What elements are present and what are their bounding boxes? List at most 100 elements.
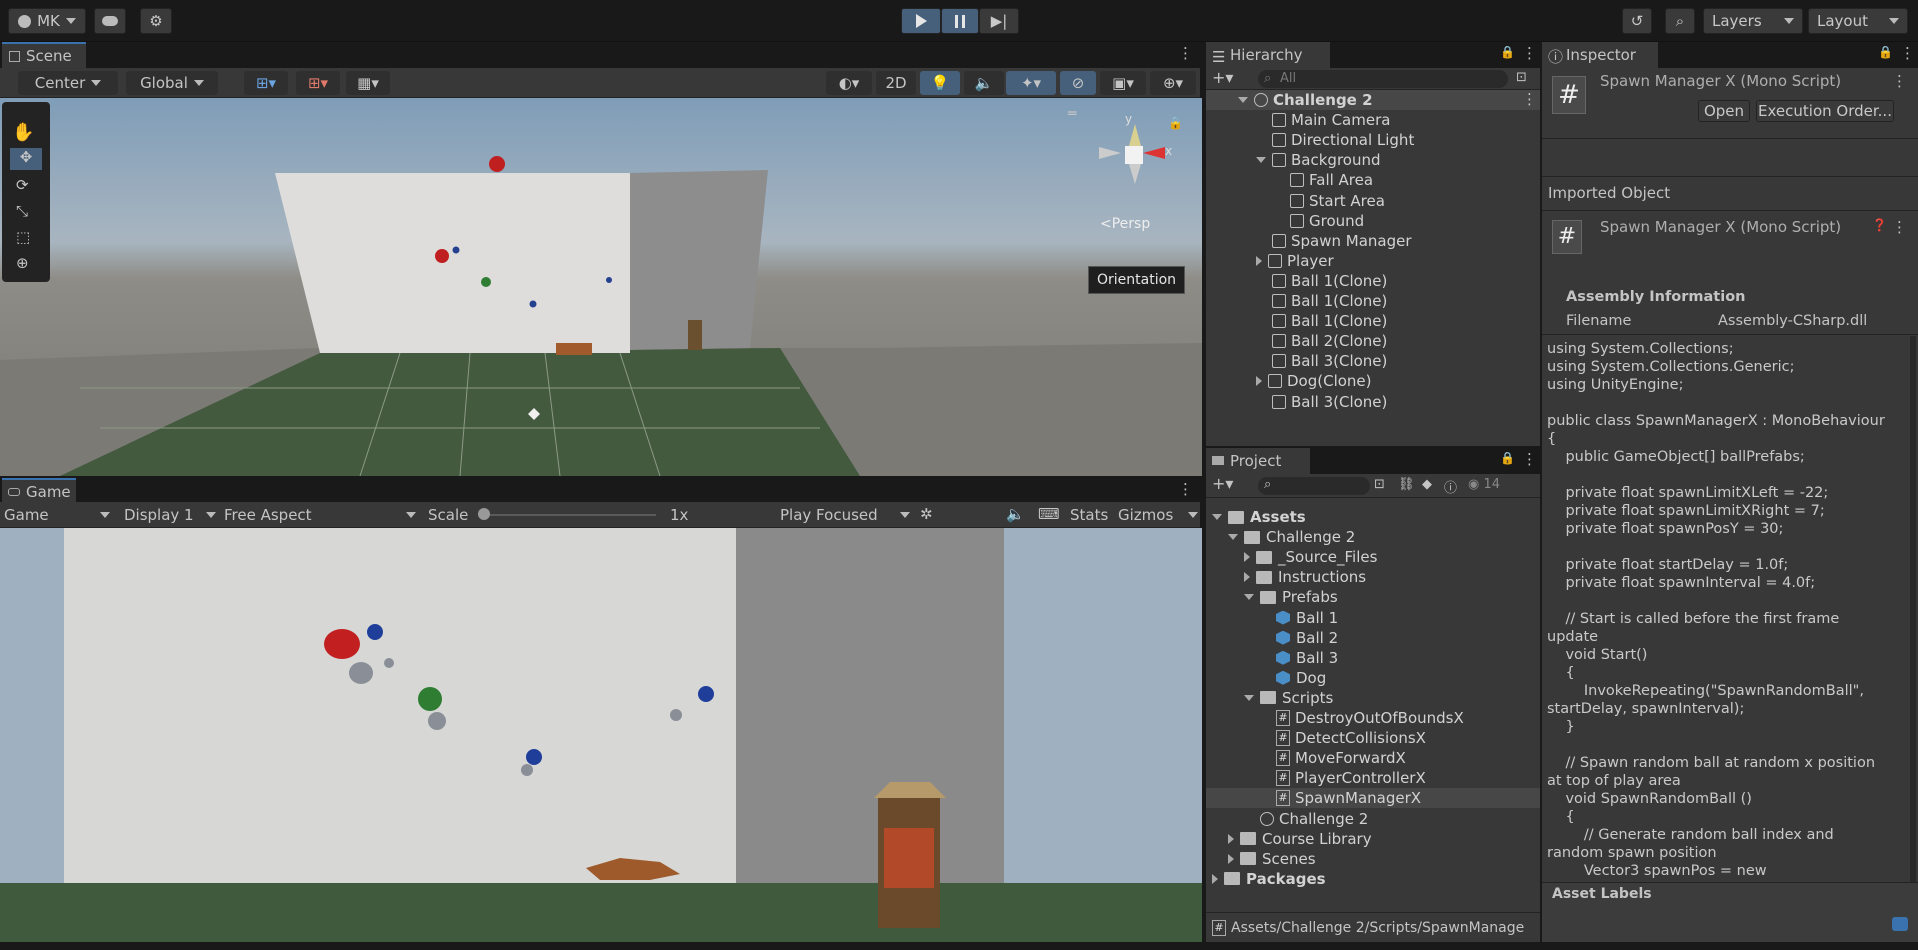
info-icon[interactable]: ⓘ <box>1444 477 1457 496</box>
overlay-menu-icon[interactable]: ═ <box>1068 106 1076 122</box>
tree-row[interactable]: Packages <box>1206 869 1540 889</box>
gizmos-dropdown[interactable]: Gizmos <box>1118 503 1198 527</box>
tree-row[interactable]: Ball 2 <box>1206 628 1540 648</box>
open-button[interactable]: Open <box>1698 100 1750 122</box>
rotate-tool-icon[interactable]: ⟳ <box>16 176 29 194</box>
tree-row[interactable]: Ball 1(Clone) <box>1206 271 1540 291</box>
layout-dropdown[interactable]: Layout <box>1808 8 1908 34</box>
more-options-icon[interactable]: ⋮ <box>1892 72 1907 90</box>
scene-view[interactable]: ✋ ✥ ⟳ ⤡ ⬚ ⊕ ═ 🔒 y x <Persp Orientation <box>0 98 1202 476</box>
help-icon[interactable]: ❓ <box>1872 218 1887 232</box>
hidden-packages-toggle[interactable]: ◉ 14 <box>1468 477 1500 492</box>
snap-increment-button[interactable]: ⊞▾ <box>296 71 340 95</box>
tree-row[interactable]: Instructions <box>1206 567 1540 587</box>
keyboard-icon[interactable]: ⌨ <box>1038 505 1060 523</box>
tree-row[interactable]: Ball 1 <box>1206 608 1540 628</box>
tree-row[interactable]: Directional Light <box>1206 130 1540 150</box>
rect-tool-icon[interactable]: ⬚ <box>16 228 30 246</box>
expand-arrow-icon[interactable] <box>1212 514 1222 520</box>
tree-row[interactable]: Dog(Clone) <box>1206 371 1540 391</box>
lock-icon[interactable]: 🔒 <box>1500 45 1515 59</box>
execution-order-button[interactable]: Execution Order... <box>1756 100 1894 122</box>
create-icon[interactable]: +▾ <box>1212 474 1233 493</box>
tree-row[interactable]: Challenge 2 <box>1206 90 1540 110</box>
search-by-label-icon[interactable]: ⛓ <box>1398 477 1415 492</box>
tree-row[interactable]: Assets <box>1206 507 1540 527</box>
expand-arrow-icon[interactable] <box>1238 97 1248 103</box>
label-tag-icon[interactable] <box>1892 917 1908 931</box>
scale-slider-track[interactable] <box>478 514 656 516</box>
expand-arrow-icon[interactable] <box>1244 594 1254 601</box>
tree-row[interactable]: Ball 3 <box>1206 648 1540 668</box>
search-by-type-icon[interactable]: ⊡ <box>1374 477 1385 492</box>
display-dropdown[interactable]: Display 1 <box>124 503 216 527</box>
code-scrollbar[interactable] <box>1910 336 1916 944</box>
tree-row[interactable]: _Source_Files <box>1206 547 1540 567</box>
pivot-dropdown[interactable]: Center <box>18 71 118 95</box>
tree-row[interactable]: # DestroyOutOfBoundsX <box>1206 708 1540 728</box>
hidden-objects-toggle[interactable]: ⊘ <box>1060 71 1096 95</box>
projection-toggle[interactable]: <Persp <box>1100 216 1150 232</box>
mute-audio-icon[interactable]: 🔈 <box>1006 505 1025 523</box>
step-button[interactable]: ▶| <box>979 8 1019 34</box>
tree-row[interactable]: Course Library <box>1206 829 1540 849</box>
gizmos-toggle[interactable]: ⊕▾ <box>1150 71 1196 95</box>
tab-hierarchy[interactable]: ☰ Hierarchy <box>1206 42 1330 68</box>
play-mode-dropdown[interactable]: Play Focused <box>780 503 910 527</box>
scale-tool-icon[interactable]: ⤡ <box>16 202 28 220</box>
tree-row[interactable]: Dog <box>1206 668 1540 688</box>
tree-row[interactable]: Spawn Manager <box>1206 231 1540 251</box>
orientation-gizmo[interactable]: y x <box>1095 112 1172 192</box>
more-options-icon[interactable]: ⋮ <box>1892 218 1907 236</box>
game-view[interactable] <box>0 528 1202 942</box>
tree-row[interactable]: Scripts <box>1206 688 1540 708</box>
camera-settings-button[interactable]: ▣▾ <box>1100 71 1146 95</box>
hierarchy-search-input[interactable]: ⌕ All <box>1258 70 1508 88</box>
grid-snap-button[interactable]: ⊞▾ <box>244 71 288 95</box>
transform-tool-icon[interactable]: ⊕ <box>16 254 29 272</box>
stats-button[interactable]: Stats <box>1070 506 1108 524</box>
tree-row[interactable]: Ball 1(Clone) <box>1206 311 1540 331</box>
collapse-arrow-icon[interactable] <box>1244 572 1250 583</box>
lighting-toggle[interactable]: 💡 <box>920 71 960 95</box>
grid-visibility-button[interactable]: ▦▾ <box>346 71 390 95</box>
tree-row[interactable]: Scenes <box>1206 849 1540 869</box>
search-button[interactable]: ⌕ <box>1665 8 1695 34</box>
filter-icon[interactable]: ⊡ <box>1516 70 1527 85</box>
tree-row[interactable]: Challenge 2 <box>1206 527 1540 547</box>
tree-row[interactable]: Prefabs <box>1206 587 1540 607</box>
bug-icon[interactable]: ✲ <box>920 505 933 523</box>
draw-mode-button[interactable]: ◐▾ <box>826 71 872 95</box>
collapse-arrow-icon[interactable] <box>1256 255 1262 266</box>
collapse-arrow-icon[interactable] <box>1228 833 1234 844</box>
tree-row[interactable]: Fall Area <box>1206 170 1540 190</box>
expand-arrow-icon[interactable] <box>1244 694 1254 701</box>
more-options-icon[interactable]: ⋮ <box>1178 480 1193 498</box>
layers-dropdown[interactable]: Layers <box>1703 8 1803 34</box>
space-dropdown[interactable]: Global <box>126 71 218 95</box>
pause-button[interactable] <box>941 8 979 34</box>
tree-row[interactable]: Ball 3(Clone) <box>1206 351 1540 371</box>
collapse-arrow-icon[interactable] <box>1256 376 1262 387</box>
collapse-arrow-icon[interactable] <box>1244 552 1250 563</box>
tree-row[interactable]: # PlayerControllerX <box>1206 768 1540 788</box>
tree-row[interactable]: Start Area <box>1206 191 1540 211</box>
tree-row[interactable]: Player <box>1206 251 1540 271</box>
cloud-button[interactable] <box>94 8 126 34</box>
tree-row[interactable]: Ball 2(Clone) <box>1206 331 1540 351</box>
hand-tool-icon[interactable]: ✋ <box>12 122 34 143</box>
tab-scene[interactable]: Scene <box>2 42 86 68</box>
tree-row[interactable]: Ground <box>1206 211 1540 231</box>
2d-toggle[interactable]: 2D <box>876 71 916 95</box>
collapse-arrow-icon[interactable] <box>1212 873 1218 884</box>
more-options-icon[interactable]: ⋮ <box>1522 450 1537 468</box>
tree-row[interactable]: # DetectCollisionsX <box>1206 728 1540 748</box>
collapse-arrow-icon[interactable] <box>1228 853 1234 864</box>
tree-row[interactable]: Background <box>1206 150 1540 170</box>
expand-arrow-icon[interactable] <box>1228 534 1238 541</box>
expand-arrow-icon[interactable] <box>1256 157 1266 164</box>
effects-toggle[interactable]: ✦▾ <box>1006 71 1056 95</box>
tree-row[interactable]: # SpawnManagerX <box>1206 788 1540 809</box>
tree-row[interactable]: Main Camera <box>1206 110 1540 130</box>
account-dropdown[interactable]: MK <box>8 8 86 34</box>
